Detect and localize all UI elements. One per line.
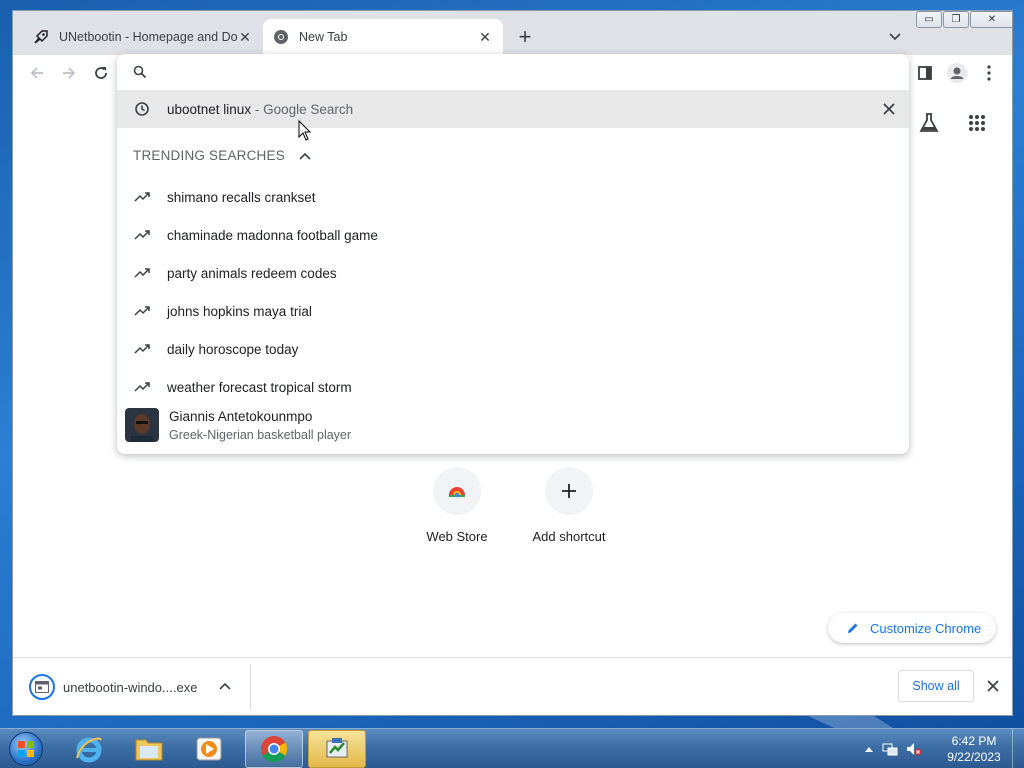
plus-icon	[545, 467, 593, 515]
trending-searches-header[interactable]: TRENDING SEARCHES	[133, 148, 311, 163]
search-icon	[133, 65, 147, 79]
tab-strip: UNetbootin - Homepage and Do ✕ New Tab ✕…	[13, 11, 1012, 55]
clock-time: 6:42 PM	[951, 734, 997, 748]
windows-logo-icon	[9, 732, 43, 766]
show-all-button[interactable]: Show all	[898, 670, 974, 702]
tab-title: New Tab	[299, 30, 348, 44]
trending-item-text: johns hopkins maya trial	[167, 303, 312, 319]
trending-item-text: weather forecast tropical storm	[167, 379, 352, 395]
trending-arrow-icon	[117, 306, 167, 316]
trending-arrow-icon	[117, 382, 167, 392]
webstore-icon	[433, 467, 481, 515]
shortcut-label: Add shortcut	[532, 529, 606, 544]
google-apps-grid-icon[interactable]	[963, 109, 991, 137]
profile-avatar-icon[interactable]	[943, 59, 971, 87]
forward-arrow-icon[interactable]	[55, 59, 83, 87]
window-controls: ▭ ❐ ✕	[915, 11, 1012, 28]
tab-unetbootin[interactable]: UNetbootin - Homepage and Do ✕	[23, 19, 263, 55]
clock-date: 9/22/2023	[947, 750, 1001, 764]
unetbootin-taskbar-icon[interactable]	[308, 730, 366, 768]
trending-item[interactable]: weather forecast tropical storm	[117, 368, 909, 406]
history-clock-icon	[117, 101, 167, 117]
trending-item-text: party animals redeem codes	[167, 265, 337, 281]
trending-item[interactable]: party animals redeem codes	[117, 254, 909, 292]
trending-item[interactable]: chaminade madonna football game	[117, 216, 909, 254]
suggestion-text: ubootnet linux - Google Search	[167, 101, 354, 117]
system-clock[interactable]: 6:42 PM 9/22/2023	[940, 733, 1008, 765]
show-desktop-button[interactable]	[1012, 729, 1024, 768]
trending-arrow-icon	[117, 230, 167, 240]
tab-close-icon[interactable]: ✕	[237, 29, 253, 45]
exe-file-icon	[29, 674, 55, 700]
windows-explorer-icon[interactable]	[120, 730, 178, 768]
close-window-button[interactable]: ✕	[970, 11, 1012, 28]
trending-item-text: shimano recalls crankset	[167, 189, 316, 205]
chrome-taskbar-icon[interactable]	[245, 730, 303, 768]
tab-close-icon[interactable]: ✕	[477, 29, 493, 45]
entity-thumbnail	[125, 408, 159, 442]
trending-item-text: daily horoscope today	[167, 341, 299, 357]
system-tray	[864, 729, 930, 768]
show-hidden-icons-icon[interactable]	[864, 745, 874, 753]
trending-item[interactable]: shimano recalls crankset	[117, 178, 909, 216]
side-panel-icon[interactable]	[911, 59, 939, 87]
download-file-name: unetbootin-windo....exe	[63, 679, 198, 695]
chrome-favicon-icon	[273, 29, 289, 45]
trending-item[interactable]: daily horoscope today	[117, 330, 909, 368]
reload-icon[interactable]	[87, 59, 115, 87]
tab-new-tab[interactable]: New Tab ✕	[263, 19, 503, 55]
suggestion-history[interactable]: ubootnet linux - Google Search	[117, 90, 909, 128]
pencil-icon	[848, 623, 858, 633]
download-divider	[250, 664, 251, 710]
tab-title: UNetbootin - Homepage and Do	[59, 30, 237, 44]
back-arrow-icon[interactable]	[23, 59, 51, 87]
restore-button[interactable]: ❐	[943, 11, 969, 28]
start-button[interactable]	[4, 730, 48, 768]
trending-arrow-icon	[117, 268, 167, 278]
media-player-icon[interactable]	[180, 730, 238, 768]
shortcut-web-store[interactable]: Web Store	[417, 467, 497, 544]
trending-item[interactable]: johns hopkins maya trial	[117, 292, 909, 330]
shortcut-label: Web Store	[426, 529, 488, 544]
chevron-up-icon[interactable]	[299, 152, 311, 160]
unetbootin-favicon-icon	[33, 29, 49, 45]
chevron-up-icon[interactable]	[219, 678, 231, 693]
remove-suggestion-icon[interactable]	[869, 103, 909, 115]
internet-explorer-icon[interactable]	[60, 730, 118, 768]
labs-flask-icon[interactable]	[915, 109, 943, 137]
network-icon[interactable]	[882, 742, 898, 756]
omnibox-dropdown: ubootnet linux - Google Search TRENDING …	[117, 54, 909, 454]
trending-item-text: chaminade madonna football game	[167, 227, 378, 243]
close-download-bar-icon[interactable]	[983, 676, 1003, 696]
omnibox-input-row[interactable]	[117, 54, 909, 90]
menu-kebab-icon[interactable]	[975, 59, 1003, 87]
trending-arrow-icon	[117, 192, 167, 202]
entity-title: Giannis Antetokounmpo	[169, 408, 313, 424]
chrome-window: UNetbootin - Homepage and Do ✕ New Tab ✕…	[12, 10, 1013, 716]
customize-chrome-button[interactable]: Customize Chrome	[828, 613, 996, 643]
download-item[interactable]: unetbootin-windo....exe	[29, 674, 197, 700]
entity-subtitle: Greek-Nigerian basketball player	[169, 427, 352, 442]
tab-search-chevron-icon[interactable]	[885, 27, 905, 47]
trending-arrow-icon	[117, 344, 167, 354]
windows-taskbar: 6:42 PM 9/22/2023	[0, 728, 1024, 768]
mouse-cursor-icon	[298, 119, 312, 145]
customize-label: Customize Chrome	[870, 620, 982, 636]
entity-suggestion[interactable]: Giannis Antetokounmpo Greek-Nigerian bas…	[117, 402, 909, 448]
download-shelf: unetbootin-windo....exe Show all	[13, 657, 1012, 715]
shortcut-add[interactable]: Add shortcut	[529, 467, 609, 544]
minimize-button[interactable]: ▭	[916, 11, 942, 28]
volume-muted-icon[interactable]	[906, 742, 922, 756]
new-tab-button[interactable]: +	[513, 24, 537, 49]
